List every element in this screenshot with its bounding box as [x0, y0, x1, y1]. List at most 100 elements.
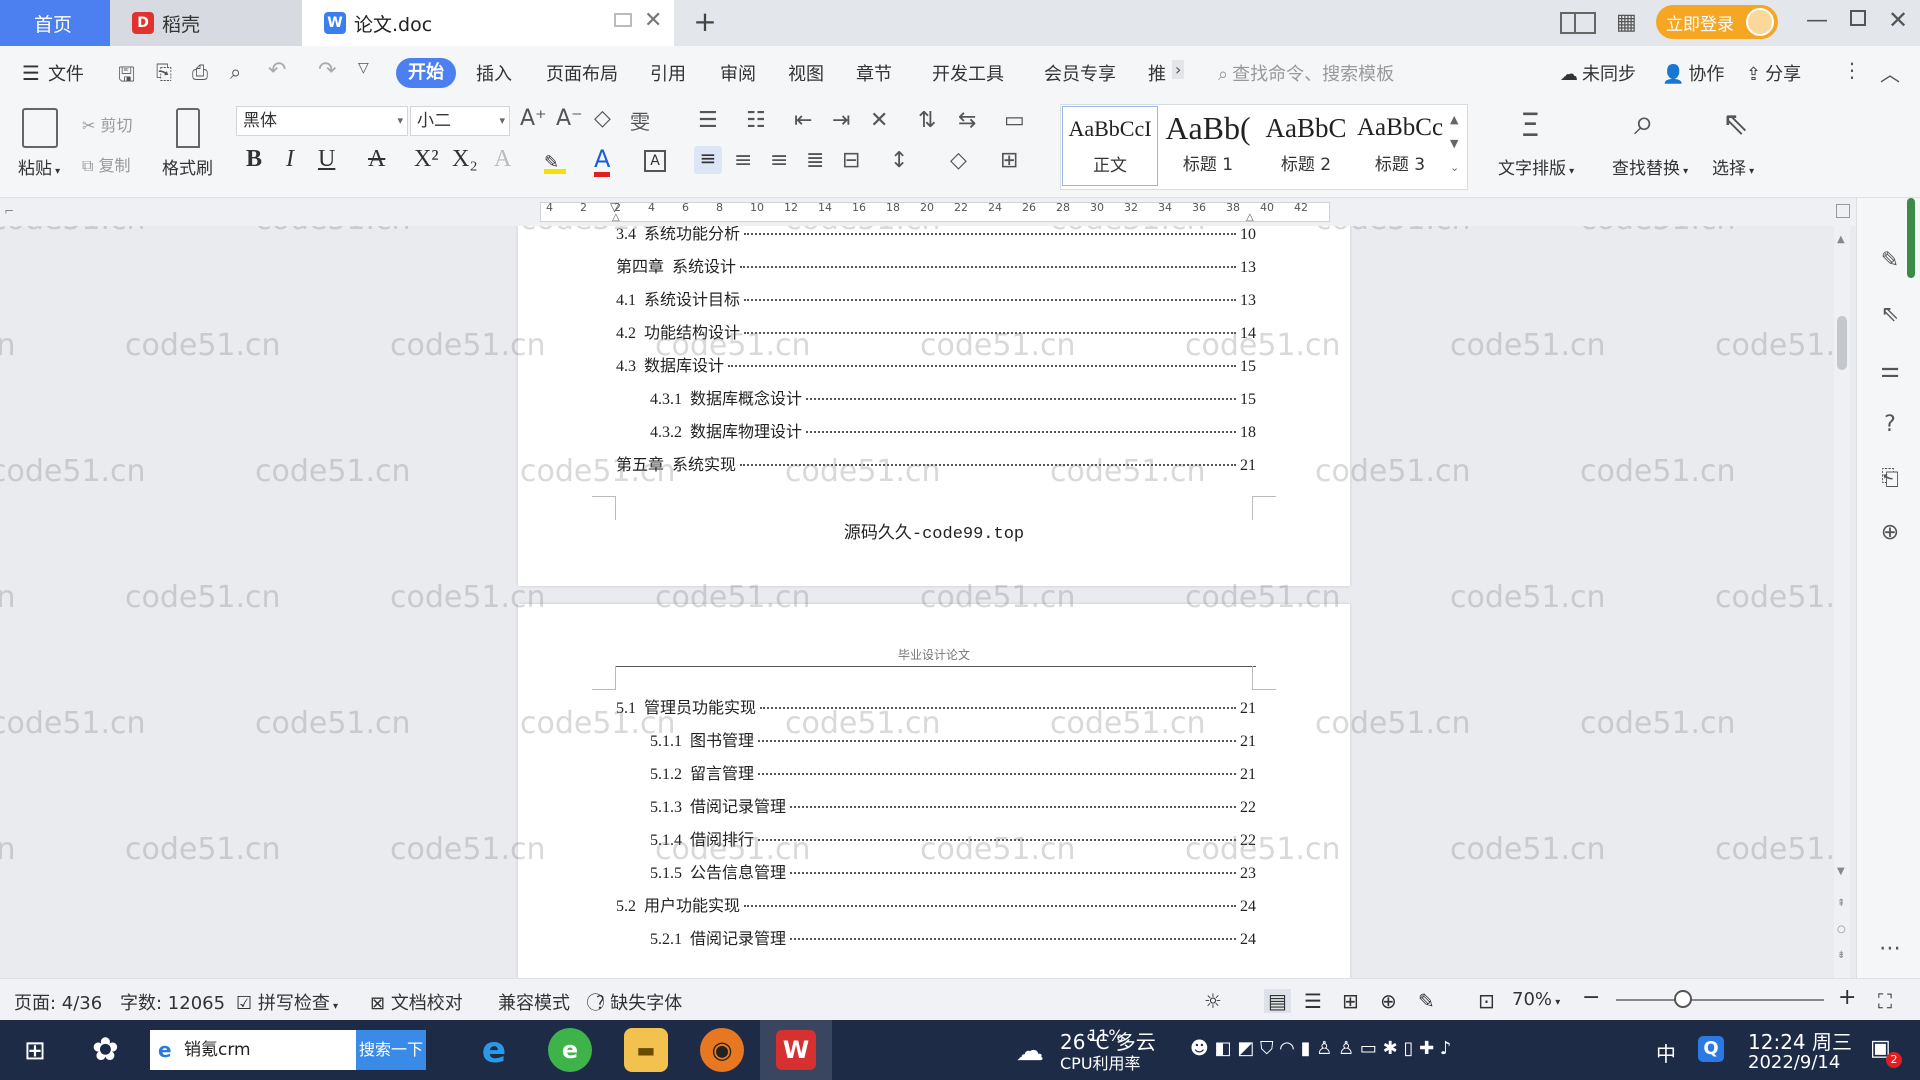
menu-devtools[interactable]: 开发工具: [932, 60, 1004, 86]
menu-insert[interactable]: 插入: [476, 60, 512, 86]
numbered-list-icon[interactable]: ☷: [746, 108, 766, 133]
underline-icon[interactable]: U: [318, 146, 335, 173]
collab-button[interactable]: 👤 协作: [1662, 60, 1724, 86]
customize-quick-access-icon[interactable]: ▽: [358, 60, 369, 76]
backup-icon[interactable]: ⎗: [1877, 466, 1903, 492]
text-layout-button[interactable]: 文字排版 ▾: [1498, 154, 1574, 179]
toc-entry[interactable]: 4.3.2 数据库物理设计 18: [650, 418, 1256, 442]
find-replace-button[interactable]: 查找替换 ▾: [1612, 154, 1688, 179]
document-area[interactable]: 3.4 系统功能分析 10 第四章 系统设计 13 4.1 系统设计目标 13 4.2 功能结构设计…: [0, 226, 1836, 978]
menu-chapter[interactable]: 章节: [856, 60, 892, 86]
zoom-level-select[interactable]: 70% ▾: [1512, 989, 1560, 1010]
menu-review[interactable]: 审阅: [720, 60, 756, 86]
bullet-list-icon[interactable]: ☰: [698, 108, 718, 133]
toc-entry[interactable]: 4.2 功能结构设计 14: [616, 319, 1256, 343]
font-size-select[interactable]: 小二 ▾: [410, 106, 510, 136]
location-icon[interactable]: ⊕: [1877, 520, 1903, 546]
align-left-icon[interactable]: ≡: [694, 146, 722, 174]
new-tab-button[interactable]: +: [690, 8, 720, 38]
align-right-icon[interactable]: ≡: [770, 148, 788, 173]
print-icon[interactable]: ⎙: [192, 60, 208, 84]
print-preview-icon[interactable]: ⌕: [230, 60, 241, 84]
style-heading-2[interactable]: AaBbC 标题 2: [1258, 106, 1354, 186]
layout-toggle-icon[interactable]: [1560, 12, 1596, 34]
font-color-icon[interactable]: A: [594, 146, 611, 177]
windows-start-icon[interactable]: ⊞: [24, 1036, 46, 1066]
format-painter-icon[interactable]: [176, 108, 200, 148]
paste-button[interactable]: 粘贴 ▾: [18, 154, 60, 179]
decrease-indent-icon[interactable]: ⇤: [794, 108, 812, 133]
bold-icon[interactable]: B: [246, 146, 262, 173]
font-family-select[interactable]: 黑体 ▾: [236, 106, 408, 136]
shrink-font-icon[interactable]: A⁻: [556, 106, 583, 131]
menu-start[interactable]: 开始: [396, 58, 456, 88]
spellcheck-toggle[interactable]: ☑ 拼写检查 ▾: [236, 989, 338, 1015]
close-tab-icon[interactable]: ✕: [644, 8, 662, 33]
toc-entry[interactable]: 4.3 数据库设计 15: [616, 352, 1256, 376]
shading-icon[interactable]: ◇: [950, 148, 967, 173]
document-page[interactable]: 3.4 系统功能分析 10 第四章 系统设计 13 4.1 系统设计目标 13 4.2 功能结构设计…: [518, 226, 1350, 586]
missing-font-button[interactable]: ?⃝ 缺失字体: [596, 989, 682, 1015]
sync-status[interactable]: ☁ 未同步: [1560, 60, 1636, 86]
highlight-icon[interactable]: ✎: [544, 152, 566, 174]
grow-font-icon[interactable]: A⁺: [520, 106, 547, 131]
word-count[interactable]: 字数: 12065: [120, 989, 225, 1015]
text-effect-icon[interactable]: A: [494, 146, 511, 173]
align-center-icon[interactable]: ≡: [734, 148, 752, 173]
toc-entry[interactable]: 5.2 用户功能实现 24: [616, 892, 1256, 916]
show-marks-icon[interactable]: ▭: [1004, 108, 1025, 133]
adjust-icon[interactable]: ⚌: [1877, 358, 1903, 384]
justify-icon[interactable]: ≣: [806, 148, 824, 173]
help-icon[interactable]: ?: [1877, 412, 1903, 438]
menu-recommend[interactable]: 推: [1148, 60, 1166, 86]
command-search[interactable]: ⌕ 查找命令、搜索模板: [1218, 60, 1394, 86]
text-direction-icon[interactable]: ⇆: [958, 108, 976, 133]
minimize-icon[interactable]: —: [1806, 8, 1828, 33]
ruler-toggle-icon[interactable]: ⌐: [4, 204, 14, 218]
more-options-icon[interactable]: ⋮: [1842, 58, 1862, 82]
increase-indent-icon[interactable]: ⇥: [832, 108, 850, 133]
style-heading-3[interactable]: AaBbCc 标题 3: [1354, 106, 1446, 186]
internet-explorer-icon[interactable]: e: [472, 1028, 516, 1072]
menu-reference[interactable]: 引用: [650, 60, 686, 86]
toc-entry[interactable]: 第四章 系统设计 13: [616, 253, 1256, 277]
share-button[interactable]: ⇪ 分享: [1746, 60, 1801, 86]
vertical-scrollbar[interactable]: ▲ ▼ ⇞ ○ ⇟: [1834, 226, 1850, 978]
game-app-icon[interactable]: ◉: [700, 1028, 744, 1072]
select-browse-object-icon[interactable]: ○: [1837, 924, 1846, 935]
collapse-ribbon-icon[interactable]: ︿: [1880, 58, 1900, 87]
style-normal[interactable]: AaBbCcI 正文: [1062, 106, 1158, 186]
fullscreen-icon[interactable]: ⛶: [1878, 989, 1892, 1013]
scroll-down-icon[interactable]: ▼: [1837, 866, 1845, 877]
copy-button[interactable]: ⧉ 复制: [82, 152, 131, 176]
tray-icons[interactable]: ☻ ◧ ◩ ⛉ ◠ ▮ ♙ ♙ ▭ ✱ ▯ ✚ ♪: [1190, 1038, 1451, 1059]
toc-entry[interactable]: 5.1 管理员功能实现 21: [616, 694, 1256, 718]
wps-taskbar-button[interactable]: W: [760, 1020, 832, 1080]
reading-view-icon[interactable]: ⊞: [1342, 989, 1359, 1013]
toc-entry[interactable]: 4.1 系统设计目标 13: [616, 286, 1256, 310]
zoom-slider[interactable]: [1616, 999, 1824, 1001]
format-painter-button[interactable]: 格式刷: [162, 154, 213, 179]
next-page-icon[interactable]: ⇟: [1837, 950, 1845, 961]
strikethrough-icon[interactable]: A: [368, 146, 385, 173]
char-border-icon[interactable]: A: [644, 150, 666, 172]
line-spacing-icon[interactable]: ↕: [890, 148, 908, 173]
subscript-icon[interactable]: X₂: [452, 146, 478, 173]
more-icon[interactable]: ⋯: [1877, 936, 1903, 962]
italic-icon[interactable]: I: [286, 146, 294, 173]
undo-icon[interactable]: ↶: [268, 58, 286, 83]
prev-page-icon[interactable]: ⇞: [1837, 898, 1845, 909]
menu-member[interactable]: 会员专享: [1044, 60, 1116, 86]
clock-date[interactable]: 2022/9/14: [1748, 1052, 1840, 1073]
sort-icon[interactable]: ⇅: [918, 108, 936, 133]
document-page[interactable]: 毕业设计论文 5.1 管理员功能实现 21 5.1.1 图书管理 21 5.1.2 留言管理 2…: [518, 604, 1350, 978]
zoom-out-icon[interactable]: −: [1582, 985, 1600, 1010]
toc-entry[interactable]: 第五章 系统实现 21: [616, 451, 1256, 475]
borders-icon[interactable]: ⊞: [1000, 148, 1018, 173]
toc-entry[interactable]: 5.2.1 借阅记录管理 24: [650, 925, 1256, 949]
redo-icon[interactable]: ↷: [318, 58, 336, 83]
tab-home[interactable]: 首页: [0, 0, 110, 46]
toc-entry[interactable]: 5.1.4 借阅排行 22: [650, 826, 1256, 850]
select-button[interactable]: 选择 ▾: [1712, 154, 1754, 179]
toc-entry[interactable]: 5.1.1 图书管理 21: [650, 727, 1256, 751]
